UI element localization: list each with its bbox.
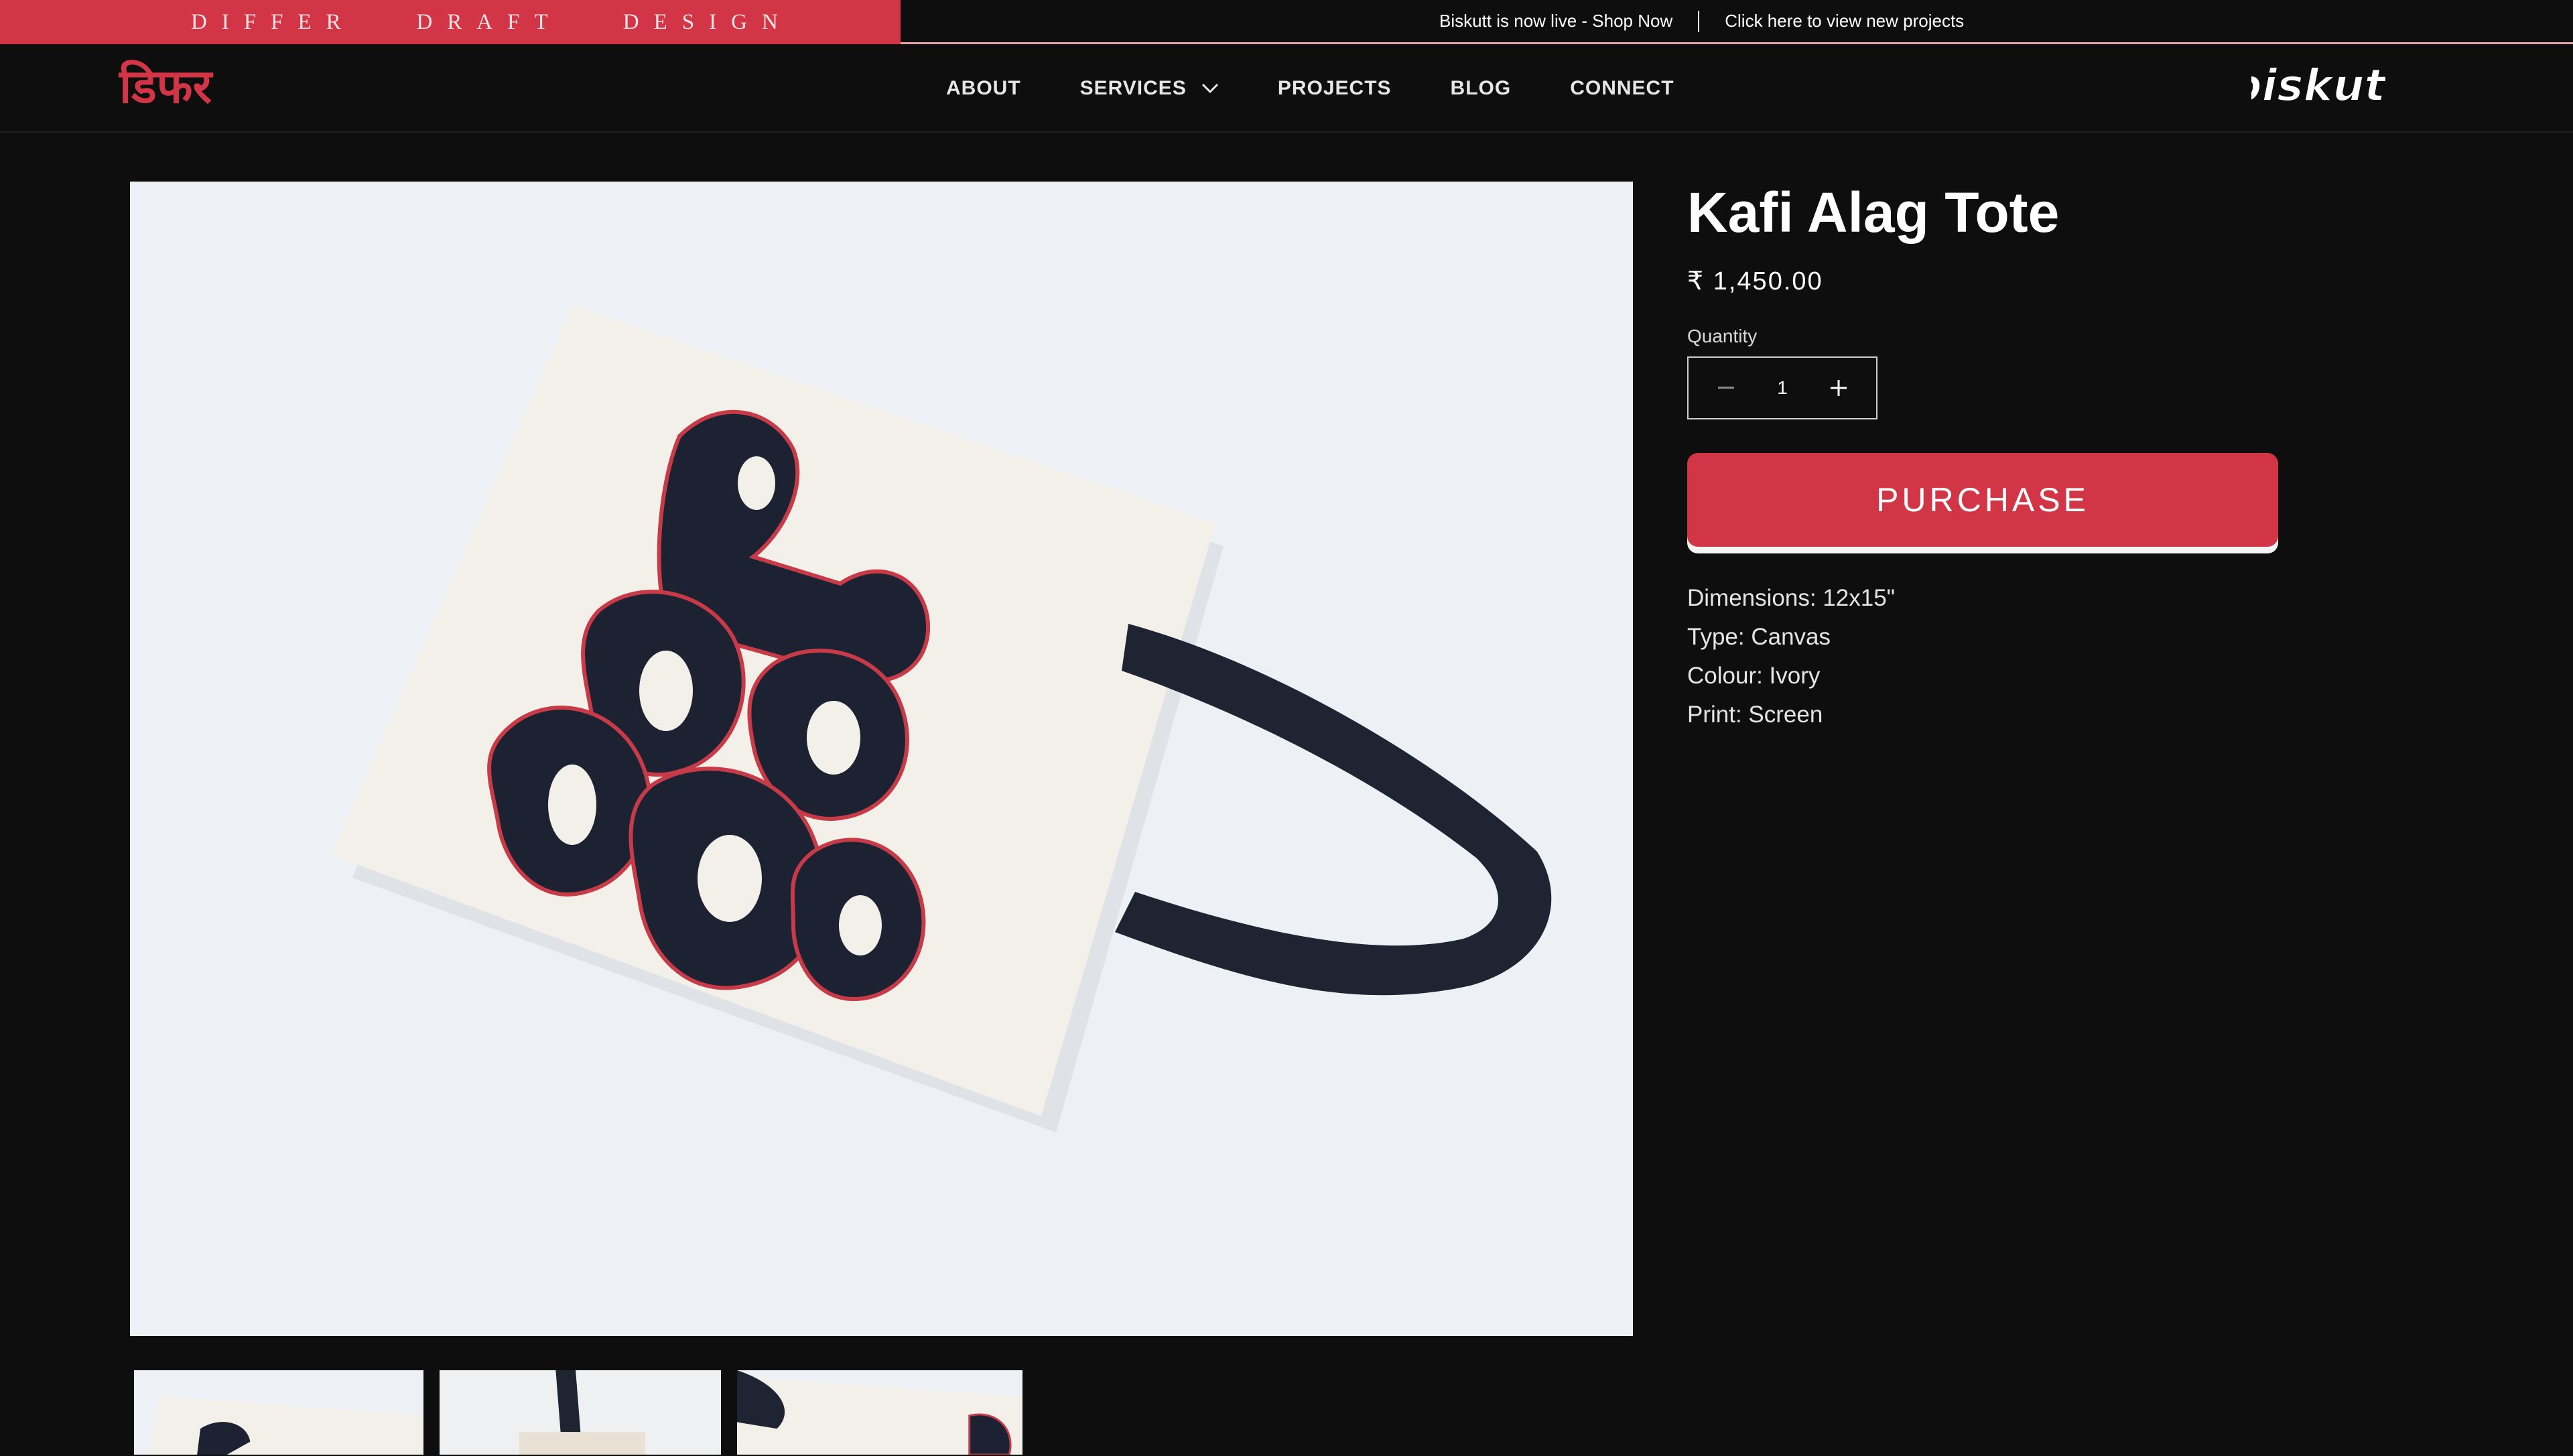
announcement-bar: DIFFER DRAFT DESIGN Biskutt is now live … [0,0,2573,44]
spec-print: Print: Screen [1687,702,1823,728]
divider [1698,10,1700,32]
shop-now-link[interactable]: Biskutt is now live - Shop Now [1439,11,1672,31]
spec-colour: Colour: Ivory [1687,663,1821,689]
site-header: डिफर ABOUT SERVICES PROJECTS BLOG CONNEC… [0,44,2573,133]
product-price: ₹ 1,450.00 [1687,267,1823,296]
product-specs: Dimensions: 12x15" Type: Canvas Colour: … [1687,579,2290,734]
thumbnail-1[interactable] [133,1369,425,1456]
spec-type: Type: Canvas [1687,624,1831,651]
brand-strip: DIFFER DRAFT DESIGN [0,0,901,44]
product-info: Kafi Alag Tote ₹ 1,450.00 Quantity 1 PUR… [1687,182,2290,734]
nav-connect[interactable]: CONNECT [1570,77,1674,100]
spec-dimensions: Dimensions: 12x15" [1687,585,1896,612]
chevron-down-icon [1201,83,1219,94]
brand-tagline: DIFFER DRAFT DESIGN [191,9,793,34]
thumbnail-3[interactable] [736,1369,1024,1456]
quantity-stepper: 1 [1687,356,1877,420]
biskutt-logo-text: biskutt [2251,60,2385,111]
thumbnail-2[interactable] [438,1369,722,1456]
tote-bag-image [130,182,1633,1336]
quantity-input[interactable]: 1 [1777,377,1788,399]
differ-logo[interactable]: डिफर [119,63,212,110]
thumbnail-strip [133,1369,1024,1456]
nav-projects[interactable]: PROJECTS [1278,77,1392,100]
increase-quantity-button[interactable] [1825,375,1852,401]
nav-services[interactable]: SERVICES [1080,77,1219,100]
product-main-image[interactable] [130,182,1633,1336]
nav-blog[interactable]: BLOG [1451,77,1512,100]
plus-icon [1830,380,1847,397]
product-title: Kafi Alag Tote [1687,181,2060,244]
purchase-button[interactable]: PURCHASE [1687,453,2278,547]
biskutt-logo[interactable]: biskutt [2251,59,2385,119]
announcement-links: Biskutt is now live - Shop Now Click her… [1439,0,1964,42]
minus-icon [1718,387,1734,389]
decrease-quantity-button[interactable] [1713,375,1739,401]
view-projects-link[interactable]: Click here to view new projects [1725,11,1964,31]
nav-about[interactable]: ABOUT [946,77,1021,100]
quantity-label: Quantity [1687,326,1758,347]
nav-services-label: SERVICES [1079,77,1187,99]
main-nav: ABOUT SERVICES PROJECTS BLOG CONNECT [946,44,1733,133]
